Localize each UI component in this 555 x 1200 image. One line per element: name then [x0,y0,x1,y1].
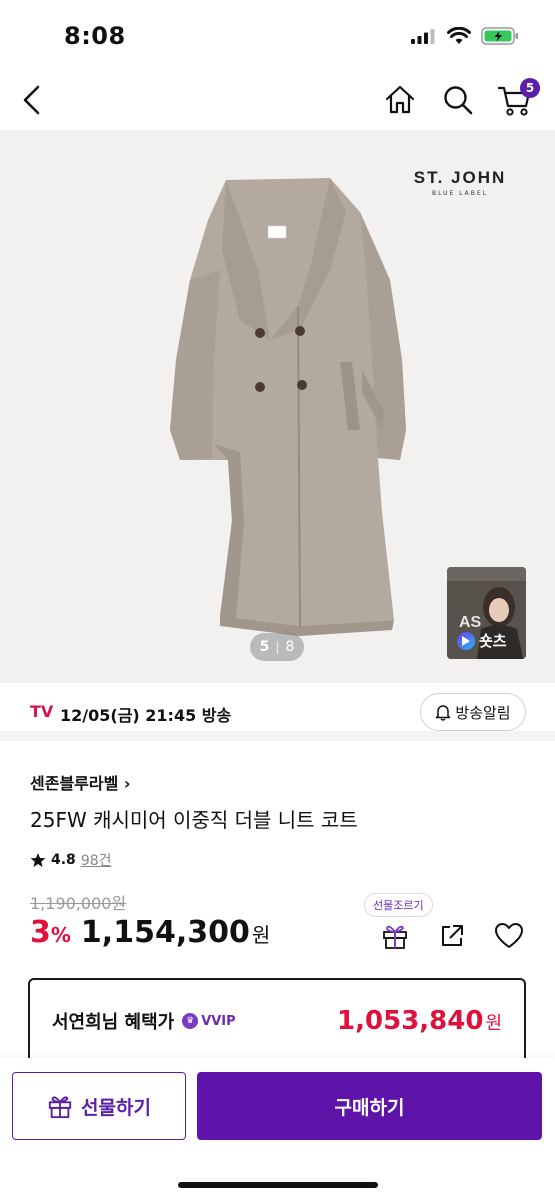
gift-icon [48,1096,72,1119]
gift-button-label: 선물하기 [81,1096,151,1119]
brand-logo-line1: ST. JOHN [413,168,507,187]
brand-link[interactable]: 센존블루라벨 › [30,770,131,794]
broadcast-alert-button[interactable]: 방송알림 [420,693,526,731]
benefit-price: 1,053,840 원 [337,1006,502,1036]
heart-icon [495,923,523,948]
battery-icon [481,27,518,45]
wishlist-button[interactable] [491,918,527,954]
cart-count-badge: 5 [520,78,540,98]
search-icon [444,86,473,115]
grade-label: VVIP [201,1013,236,1029]
home-indicator [178,1182,378,1188]
home-button[interactable] [378,78,422,122]
pager-separator: | [275,640,280,654]
discount-unit: % [50,923,71,947]
share-button[interactable] [434,918,470,954]
wifi-icon [447,27,471,44]
gift-icon [383,925,407,949]
benefit-title: 서연희님 혜택가 [52,1012,175,1033]
buy-button[interactable]: 구매하기 [197,1072,542,1140]
original-price: 1,190,000원 [30,894,127,913]
status-bar: 8:08 [0,0,555,70]
pager-total: 8 [285,639,295,655]
status-time: 8:08 [64,22,126,50]
cart-button[interactable]: 5 [490,78,540,122]
broadcast-row: TV 12/05(금) 21:45 방송 방송알림 [0,683,555,741]
discount-rate: 3 [30,915,51,950]
star-icon [30,853,46,867]
price-row: 3 % 1,154,300 원 [30,915,270,950]
signal-icon [411,29,435,44]
chevron-right-icon: › [123,774,131,793]
play-icon [457,631,475,650]
home-icon [385,85,415,114]
rating-score: 4.8 [51,852,76,868]
bell-icon [436,705,451,721]
sale-price: 1,154,300 [80,915,250,950]
broadcast-schedule: 12/05(금) 21:45 방송 [60,706,232,725]
review-count-link[interactable]: 98건 [81,850,112,870]
benefit-price-unit: 원 [485,1013,502,1034]
shorts-label: 숏츠 [457,630,507,651]
broadcast-alert-label: 방송알림 [455,703,511,722]
brand-logo: ST. JOHN BLUE LABEL [408,168,512,197]
tv-badge: TV [30,702,54,721]
back-icon [23,85,40,115]
pager-current: 5 [259,639,270,655]
bottom-action-bar: 선물하기 구매하기 [0,1058,555,1200]
rating-row: 4.8 98건 [30,850,112,870]
gift-request-button[interactable] [377,918,413,954]
back-button[interactable] [10,78,54,122]
svg-text:AS: AS [459,614,482,631]
shorts-thumbnail[interactable]: AS 숏츠 [447,567,526,659]
status-icons [411,26,519,46]
brand-name: 센존블루라벨 [30,774,119,793]
sale-price-unit: 원 [251,923,271,947]
product-image-carousel[interactable]: ST. JOHN BLUE LABEL 5 | 8 AS 숏츠 [0,130,555,683]
shorts-label-text: 숏츠 [479,632,507,650]
product-title: 25FW 캐시미어 이중직 더블 니트 코트 [30,808,358,832]
grade-badge: ♛ VVIP [182,1013,236,1029]
gift-button[interactable]: 선물하기 [12,1072,186,1140]
nav-bar: 5 [0,70,555,130]
benefit-price-value: 1,053,840 [337,1006,484,1036]
share-icon [442,925,463,946]
image-pager: 5 | 8 [250,633,304,661]
search-button[interactable] [436,78,480,122]
grade-icon: ♛ [182,1013,199,1029]
brand-logo-line2: BLUE LABEL [431,190,489,197]
benefit-title-row: 서연희님 혜택가 ♛ VVIP [52,1008,236,1034]
gift-request-tooltip: 선물조르기 [364,893,433,917]
buy-button-label: 구매하기 [334,1096,405,1119]
